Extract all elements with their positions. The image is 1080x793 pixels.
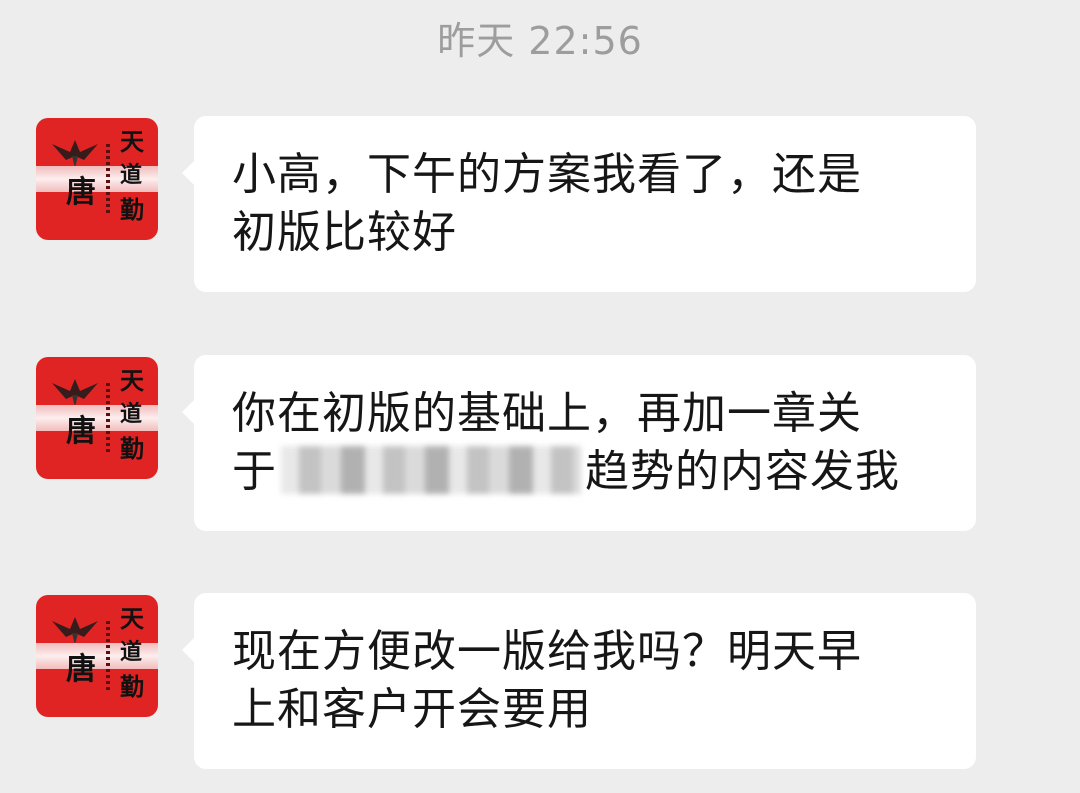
message-fragment: 于	[232, 446, 277, 497]
message-bubble[interactable]: 小高，下午的方案我看了，还是 初版比较好	[182, 116, 976, 292]
sender-avatar[interactable]: 唐 天 道 勤	[36, 118, 158, 240]
avatar-char: 勤	[120, 672, 144, 701]
message-bubble[interactable]: 现在方便改一版给我吗？明天早 上和客户开会要用	[182, 593, 976, 769]
avatar-char: 唐	[66, 414, 96, 449]
avatar-char: 天	[120, 127, 144, 156]
message-line: 上和客户开会要用	[232, 684, 592, 735]
message-line: 初版比较好	[232, 207, 457, 258]
message-line: 于 趋势的内容发我	[232, 443, 946, 501]
avatar-char: 唐	[66, 652, 96, 687]
avatar-char: 天	[120, 604, 144, 633]
message-text: 现在方便改一版给我吗？明天早 上和客户开会要用	[232, 623, 946, 739]
avatar-char: 天	[120, 366, 144, 395]
chat-window: 昨天 22:56 唐 天 道 勤 小高，下午的方案我看了，还是 初版比较好 唐 …	[0, 0, 1080, 793]
message-line: 现在方便改一版给我吗？明天早	[232, 626, 862, 677]
avatar-char: 道	[120, 401, 143, 427]
avatar-char: 道	[120, 162, 143, 188]
message-line: 你在初版的基础上，再加一章关	[232, 388, 862, 439]
avatar-char: 唐	[66, 175, 96, 210]
message-text: 你在初版的基础上，再加一章关 于 趋势的内容发我	[232, 385, 946, 501]
message-fragment: 趋势的内容发我	[585, 446, 900, 497]
message-timestamp: 昨天 22:56	[437, 19, 643, 63]
avatar-char: 勤	[120, 434, 144, 463]
redacted-blur	[281, 446, 581, 494]
sender-avatar[interactable]: 唐 天 道 勤	[36, 595, 158, 717]
sender-avatar[interactable]: 唐 天 道 勤	[36, 357, 158, 479]
message-bubble[interactable]: 你在初版的基础上，再加一章关 于 趋势的内容发我	[182, 355, 976, 531]
avatar-char: 勤	[120, 195, 144, 224]
avatar-char: 道	[120, 639, 143, 665]
message-text: 小高，下午的方案我看了，还是 初版比较好	[232, 146, 946, 262]
message-line: 小高，下午的方案我看了，还是	[232, 149, 862, 200]
